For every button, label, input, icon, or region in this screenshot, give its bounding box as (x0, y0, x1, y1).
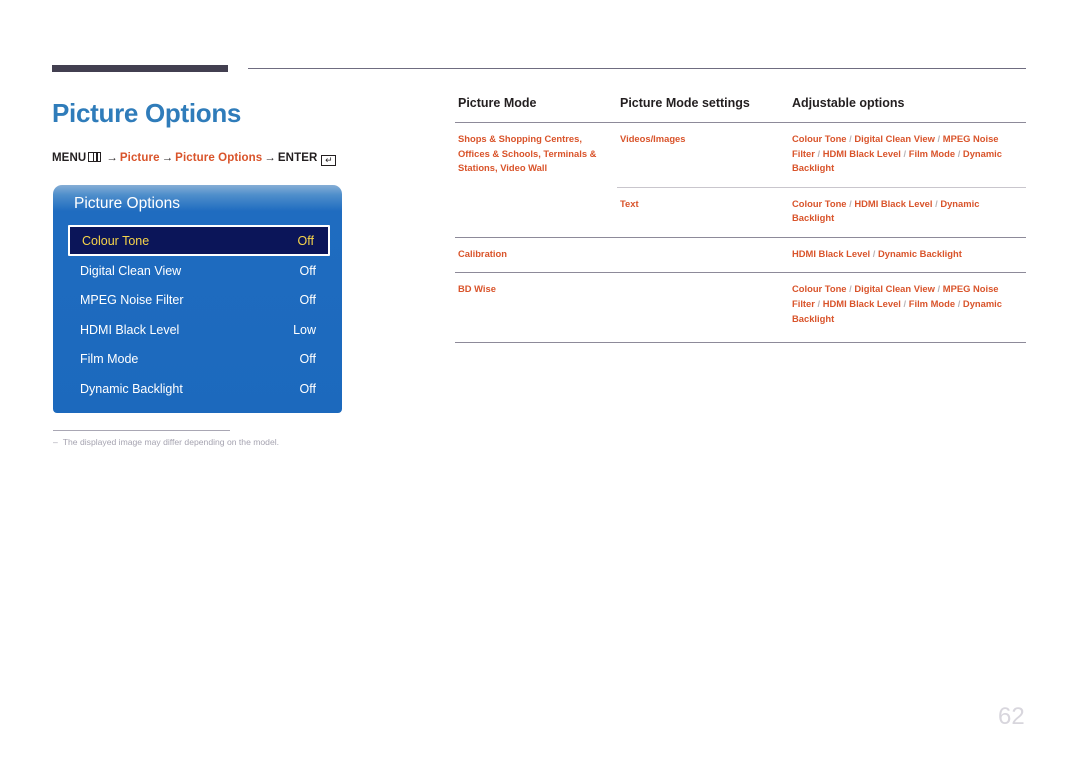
options-separator: / (932, 197, 941, 209)
options-separator: / (870, 247, 878, 259)
options-separator: / (846, 133, 855, 144)
breadcrumb-arrow-2: → (161, 152, 174, 164)
osd-menu-list: Colour Tone Off Digital Clean View Off M… (68, 225, 330, 404)
breadcrumb: MENU → Picture → Picture Options → ENTER ↵ (52, 152, 337, 166)
osd-item-label: Digital Clean View (80, 263, 182, 278)
table-cell-mode: Shops & Shopping Centres, Offices & Scho… (458, 133, 597, 174)
table-row: Shops & Shopping Centres, Offices & Scho… (455, 123, 1026, 188)
osd-item-label: Colour Tone (82, 233, 150, 248)
table-cell-setting: Videos/Images (620, 133, 686, 144)
osd-item-value: Off (299, 352, 316, 367)
osd-item-dynamic-backlight[interactable]: Dynamic Backlight Off (68, 374, 330, 404)
options-separator: / (934, 133, 943, 144)
osd-item-label: Dynamic Backlight (80, 381, 183, 396)
table-cell-setting: Text (617, 186, 789, 238)
breadcrumb-enter-label: ENTER (277, 152, 318, 164)
footnote-rule (53, 430, 230, 431)
osd-panel-title: Picture Options (74, 195, 180, 212)
footnote-text: The displayed image may differ depending… (62, 437, 280, 447)
page-number: 62 (998, 703, 1025, 730)
options-separator: / (846, 283, 855, 295)
breadcrumb-arrow-1: → (106, 152, 118, 164)
menu-grid-icon (88, 152, 102, 162)
osd-item-value: Off (297, 233, 314, 248)
options-separator: / (814, 298, 823, 310)
table-row: BD Wise Colour Tone / Digital Clean View… (455, 272, 1026, 344)
osd-item-film-mode[interactable]: Film Mode Off (68, 345, 330, 375)
breadcrumb-step-picture: Picture (119, 152, 160, 164)
table-cell-setting (617, 236, 789, 273)
osd-item-value: Low (293, 322, 316, 337)
osd-item-label: MPEG Noise Filter (80, 293, 184, 308)
header-rule-thin (248, 68, 1026, 69)
footnote-dash: – (53, 437, 58, 447)
osd-item-value: Off (299, 381, 316, 396)
options-separator: / (900, 298, 909, 310)
table-cell-options: Colour Tone / HDMI Black Level / Dynamic… (789, 186, 1026, 238)
options-separator: / (955, 147, 963, 159)
osd-item-label: HDMI Black Level (80, 322, 180, 337)
osd-item-mpeg-noise-filter[interactable]: MPEG Noise Filter Off (68, 286, 330, 316)
osd-item-hdmi-black-level[interactable]: HDMI Black Level Low (68, 315, 330, 345)
breadcrumb-menu-label: MENU (52, 152, 87, 164)
table-cell-mode: BD Wise (455, 272, 617, 344)
table-header-row: Picture Mode Picture Mode settings Adjus… (455, 96, 1026, 123)
osd-panel: Picture Options Colour Tone Off Digital … (53, 185, 342, 413)
enter-key-icon: ↵ (321, 154, 337, 166)
page-title: Picture Options (52, 98, 242, 128)
options-separator: / (955, 298, 963, 310)
footnote: – The displayed image may differ dependin… (53, 437, 279, 447)
table-cell-options: HDMI Black Level / Dynamic Backlight (789, 236, 1026, 273)
table-row: Calibration HDMI Black Level / Dynamic B… (455, 236, 1026, 273)
options-separator: / (934, 283, 943, 295)
table-header-picture-mode-settings: Picture Mode settings (617, 96, 789, 123)
osd-item-value: Off (299, 293, 316, 308)
table-header-adjustable-options: Adjustable options (789, 96, 1026, 123)
options-separator: / (846, 197, 855, 209)
table-header-picture-mode: Picture Mode (455, 96, 617, 123)
options-separator: / (900, 147, 909, 159)
osd-item-digital-clean-view[interactable]: Digital Clean View Off (68, 256, 330, 286)
table-cell-options: Colour Tone / Digital Clean View / MPEG … (789, 272, 1026, 344)
header-rule-thick (52, 65, 228, 72)
osd-item-value: Off (299, 263, 316, 278)
osd-item-label: Film Mode (80, 352, 139, 367)
options-separator: / (814, 147, 823, 159)
breadcrumb-step-picture-options: Picture Options (175, 152, 263, 164)
picture-mode-table: Picture Mode Picture Mode settings Adjus… (455, 96, 1026, 344)
table-cell-mode: Calibration (455, 236, 617, 273)
table-cell-setting (617, 272, 789, 344)
table-cell-options: Colour Tone / Digital Clean View / MPEG … (792, 133, 1003, 174)
breadcrumb-arrow-3: → (264, 152, 276, 164)
osd-item-colour-tone[interactable]: Colour Tone Off (68, 225, 330, 256)
